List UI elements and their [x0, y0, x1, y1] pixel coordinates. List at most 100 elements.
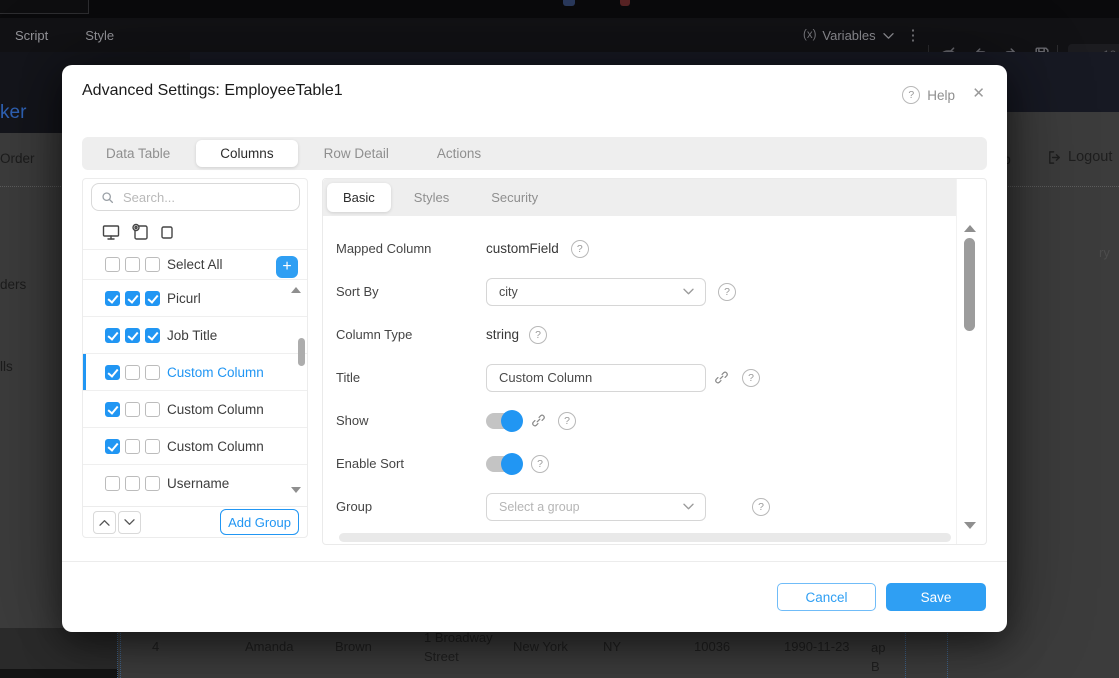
toolbar-tabs: Script Style: [15, 18, 114, 52]
cell-first-name: Amanda: [245, 639, 293, 654]
list-scrollbar-thumb[interactable]: [298, 338, 305, 366]
field-enable-sort: Enable Sort ?: [323, 442, 956, 485]
checkbox[interactable]: [145, 328, 160, 343]
tab-columns[interactable]: Columns: [196, 140, 297, 167]
tablet-icon[interactable]: [130, 223, 150, 242]
checkbox[interactable]: [125, 402, 140, 417]
list-row-custom-column-2[interactable]: Custom Column: [83, 390, 307, 427]
list-row-custom-column-3[interactable]: Custom Column: [83, 427, 307, 464]
title-input[interactable]: [486, 364, 706, 392]
variables-dropdown[interactable]: (x) Variables: [803, 18, 895, 52]
list-row-job-title[interactable]: Job Title: [83, 316, 307, 353]
checkbox[interactable]: [125, 439, 140, 454]
add-group-button[interactable]: Add Group: [220, 509, 299, 535]
panel-scrollbar-thumb[interactable]: [964, 238, 975, 331]
cell-last-name: Brown: [335, 639, 372, 654]
row-label: Custom Column: [167, 365, 264, 380]
cell-state: NY: [603, 639, 621, 654]
cell-address-1: 1 Broadway: [424, 630, 493, 645]
tab-data-table[interactable]: Data Table: [82, 137, 194, 170]
show-toggle[interactable]: [486, 413, 521, 429]
field-label: Enable Sort: [336, 456, 486, 471]
row-label: Picurl: [167, 291, 201, 306]
column-guide: [947, 628, 948, 678]
field-column-type: Column Type string ?: [323, 313, 956, 356]
cell-extra-1: ap: [871, 640, 885, 655]
close-icon[interactable]: ✕: [972, 84, 985, 102]
help-circle-icon[interactable]: ?: [742, 369, 760, 387]
checkbox[interactable]: [125, 257, 140, 272]
list-scroll-up-icon[interactable]: [291, 287, 301, 293]
move-up-button[interactable]: [93, 511, 116, 534]
search-input[interactable]: [121, 189, 275, 206]
link-binding-icon[interactable]: [531, 413, 546, 428]
checkbox[interactable]: [105, 365, 120, 380]
checkbox[interactable]: [105, 439, 120, 454]
cell-id: 4: [152, 639, 159, 654]
list-row-select-all[interactable]: Select All: [83, 249, 307, 279]
checkbox[interactable]: [145, 439, 160, 454]
checkbox[interactable]: [145, 402, 160, 417]
mobile-icon[interactable]: [159, 223, 175, 242]
cancel-button[interactable]: Cancel: [777, 583, 876, 611]
field-title: Title ?: [323, 356, 956, 399]
help-label: Help: [927, 88, 955, 103]
panel-hscrollbar-thumb[interactable]: [339, 533, 951, 542]
sort-by-select[interactable]: city: [486, 278, 706, 306]
move-down-button[interactable]: [118, 511, 141, 534]
help-circle-icon[interactable]: ?: [752, 498, 770, 516]
checkbox[interactable]: [145, 291, 160, 306]
checkbox[interactable]: [105, 402, 120, 417]
checkbox[interactable]: [125, 476, 140, 491]
help-circle-icon[interactable]: ?: [718, 283, 736, 301]
cell-zip: 10036: [694, 639, 730, 654]
checkbox[interactable]: [105, 291, 120, 306]
checkbox[interactable]: [145, 257, 160, 272]
columns-list-panel: Select All Picurl Job Title: [82, 178, 308, 538]
tab-style[interactable]: Style: [85, 28, 114, 43]
tab-basic[interactable]: Basic: [327, 183, 391, 212]
checkbox[interactable]: [145, 476, 160, 491]
help-circle-icon[interactable]: ?: [571, 240, 589, 258]
list-row-picurl[interactable]: Picurl: [83, 279, 307, 316]
variables-label: Variables: [822, 28, 875, 43]
tab-styles[interactable]: Styles: [393, 179, 470, 216]
panel-scroll-up-icon[interactable]: [964, 225, 976, 232]
chevron-down-icon: [882, 31, 895, 40]
tab-security[interactable]: Security: [470, 179, 559, 216]
row-label: Custom Column: [167, 402, 264, 417]
list-row-username[interactable]: Username: [83, 464, 307, 501]
link-binding-icon[interactable]: [714, 370, 729, 385]
desktop-icon[interactable]: [101, 223, 121, 242]
column-guide: [117, 628, 118, 678]
enable-sort-toggle[interactable]: [486, 456, 521, 472]
group-select[interactable]: Select a group: [486, 493, 706, 521]
checkbox[interactable]: [125, 328, 140, 343]
checkbox[interactable]: [125, 365, 140, 380]
help-circle-icon[interactable]: ?: [531, 455, 549, 473]
checkbox[interactable]: [145, 365, 160, 380]
tab-actions[interactable]: Actions: [413, 137, 505, 170]
checkbox[interactable]: [125, 291, 140, 306]
list-row-custom-column-1[interactable]: Custom Column: [83, 353, 307, 390]
panel-scroll-down-icon[interactable]: [964, 522, 976, 529]
help-circle-icon[interactable]: ?: [558, 412, 576, 430]
field-group: Group Select a group ?: [323, 485, 956, 528]
tab-row-detail[interactable]: Row Detail: [300, 137, 413, 170]
checkbox[interactable]: [105, 257, 120, 272]
list-scroll-down-icon[interactable]: [291, 487, 301, 493]
search-icon: [101, 191, 114, 204]
field-label: Sort By: [336, 284, 486, 299]
kebab-menu-icon[interactable]: ⋮: [906, 18, 920, 52]
add-column-button[interactable]: +: [276, 256, 298, 278]
sidebar-item-fragment: Order: [0, 151, 35, 166]
row-label: Job Title: [167, 328, 217, 343]
field-label: Column Type: [336, 327, 486, 342]
tab-script[interactable]: Script: [15, 28, 48, 43]
save-button[interactable]: Save: [886, 583, 986, 611]
list-footer-bar: Add Group: [83, 506, 307, 537]
help-circle-icon[interactable]: ?: [529, 326, 547, 344]
checkbox[interactable]: [105, 476, 120, 491]
checkbox[interactable]: [105, 328, 120, 343]
help-button[interactable]: ? Help: [902, 86, 955, 104]
